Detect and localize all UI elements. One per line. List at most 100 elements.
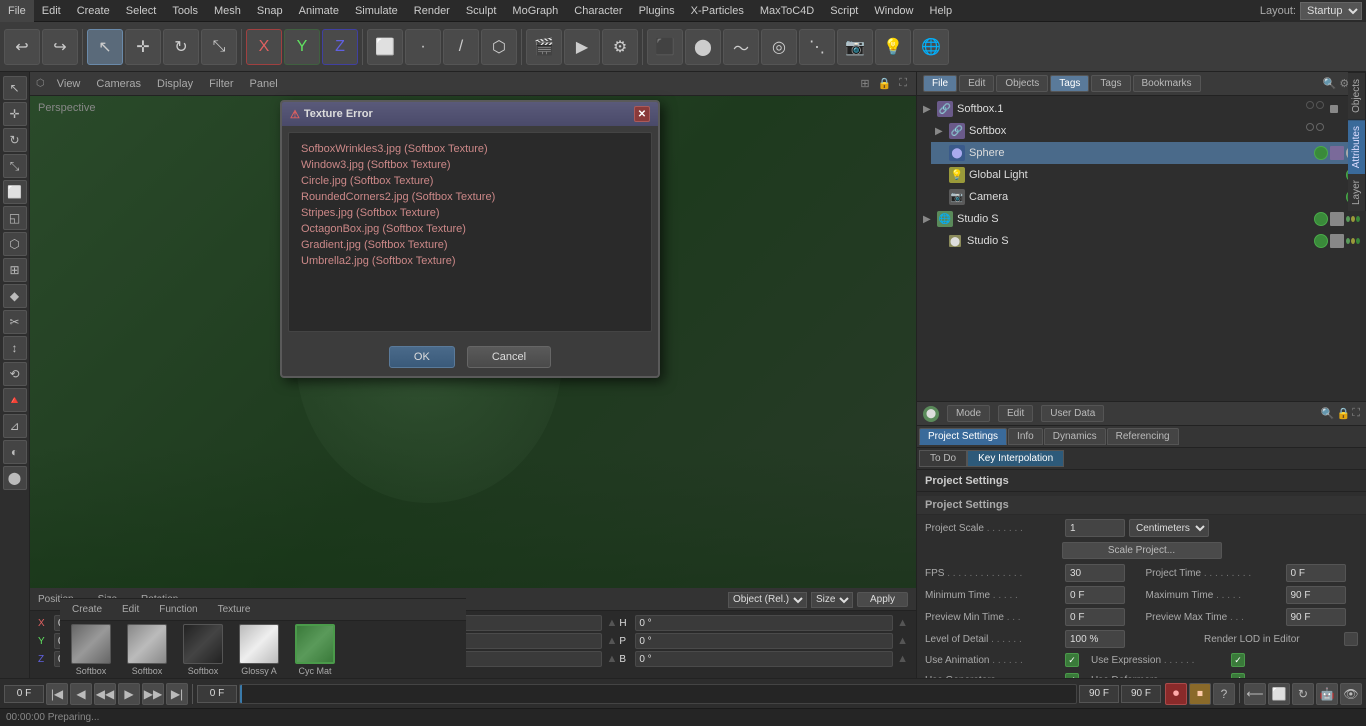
camera-btn2[interactable]: 📷 (837, 29, 873, 65)
left-select-btn[interactable]: ↖ (3, 76, 27, 100)
sphere-green-dot[interactable] (1314, 146, 1328, 160)
layout-select[interactable]: Startup (1300, 2, 1362, 20)
left-rotate-btn[interactable]: ↻ (3, 128, 27, 152)
material-item-0[interactable]: Softbox (66, 624, 116, 676)
tl-next-frame[interactable]: ▶▶ (142, 683, 164, 705)
left-tool11[interactable]: ◐ (3, 440, 27, 464)
max-time-input[interactable] (1286, 586, 1346, 604)
rot-h-spinup[interactable]: ▲ (897, 617, 908, 629)
scale-tool-btn[interactable]: ⤡ (201, 29, 237, 65)
preview-min-input[interactable] (1065, 608, 1125, 626)
error-item-0[interactable]: SofboxWrinkles3.jpg (Softbox Texture) (297, 141, 643, 157)
mat-function-btn[interactable]: Function (153, 604, 203, 615)
tl-prev-frame[interactable]: ◀ (70, 683, 92, 705)
objects-tab[interactable]: File (923, 75, 957, 92)
studio-dot[interactable] (1314, 212, 1328, 226)
dialog-close-btn[interactable]: ✕ (634, 106, 650, 122)
obj-camera[interactable]: 📷 Camera (931, 186, 1364, 208)
menu-help[interactable]: Help (922, 0, 961, 22)
tl-play-fwd[interactable]: ▶ (118, 683, 140, 705)
light-btn2[interactable]: 💡 (875, 29, 911, 65)
size-p-spinup[interactable]: ▲ (606, 635, 617, 647)
studio-sub-dot[interactable] (1314, 234, 1328, 248)
attr-tab-dynamics[interactable]: Dynamics (1044, 428, 1106, 445)
attr-tab-project-settings[interactable]: Project Settings (919, 428, 1007, 445)
left-tool8[interactable]: ⟲ (3, 362, 27, 386)
timeline-current-input[interactable] (197, 685, 237, 703)
obj-search-icon[interactable]: 🔍 (1323, 77, 1337, 90)
tags-tab2[interactable]: Tags (1091, 75, 1130, 92)
menu-script[interactable]: Script (822, 0, 866, 22)
tl-help-btn[interactable]: ? (1213, 683, 1235, 705)
menu-plugins[interactable]: Plugins (631, 0, 683, 22)
render-settings-btn[interactable]: ⚙ (602, 29, 638, 65)
size-h-spinup[interactable]: ▲ (606, 617, 617, 629)
sphere-btn2[interactable]: ⬤ (685, 29, 721, 65)
menu-render[interactable]: Render (406, 0, 458, 22)
project-time-input[interactable] (1286, 564, 1346, 582)
render-view-btn[interactable]: ▶ (564, 29, 600, 65)
attr-search-icon[interactable]: 🔍 (1321, 407, 1335, 420)
menu-window[interactable]: Window (866, 0, 921, 22)
left-tool9[interactable]: 🔺 (3, 388, 27, 412)
fps-input[interactable] (1065, 564, 1125, 582)
z-axis-btn[interactable]: Z (322, 29, 358, 65)
studio-tag[interactable] (1330, 212, 1344, 226)
attr-tab-referencing[interactable]: Referencing (1107, 428, 1179, 445)
mat-edit-btn[interactable]: Edit (116, 604, 145, 615)
viewport-fullscreen-btn[interactable]: ⛶ (896, 77, 910, 90)
tl-auto-btn[interactable]: 🤖 (1316, 683, 1338, 705)
left-tool2[interactable]: ◱ (3, 206, 27, 230)
bookmarks-tab[interactable]: Bookmarks (1133, 75, 1201, 92)
size-mode-select[interactable]: Size (811, 592, 853, 608)
tl-goto-end[interactable]: ▶| (166, 683, 188, 705)
material-item-3[interactable]: Glossy A (234, 624, 284, 676)
left-move-btn[interactable]: ✛ (3, 102, 27, 126)
right-label-layer[interactable]: Layer (1348, 174, 1366, 211)
attr-expand-icon[interactable]: ⛶ (1352, 407, 1360, 420)
object-mode-btn[interactable]: ⬜ (367, 29, 403, 65)
viewport-lock-btn[interactable]: 🔒 (875, 77, 895, 90)
attr-edit-btn[interactable]: Edit (998, 405, 1033, 422)
obj-softbox-dot[interactable] (1326, 123, 1342, 139)
menu-snap[interactable]: Snap (249, 0, 291, 22)
error-item-5[interactable]: OctagonBox.jpg (Softbox Texture) (297, 221, 643, 237)
tl-goto-start[interactable]: |◀ (46, 683, 68, 705)
lod-input[interactable] (1065, 630, 1125, 648)
studio-sub-tag[interactable] (1330, 234, 1344, 248)
obj-studio-s-sub[interactable]: ⬤ Studio S (931, 230, 1364, 252)
left-tool6[interactable]: ✂ (3, 310, 27, 334)
timeline-end-input[interactable] (1079, 685, 1119, 703)
cube-btn[interactable]: ⬛ (647, 29, 683, 65)
material-item-1[interactable]: Softbox (122, 624, 172, 676)
dialog-cancel-btn[interactable]: Cancel (467, 346, 551, 368)
panel-tab[interactable]: Panel (246, 78, 282, 90)
tags-tab[interactable]: Tags (1050, 75, 1089, 92)
transform-mode-select[interactable]: Object (Rel.) (728, 592, 807, 608)
size-b-spinup[interactable]: ▲ (606, 653, 617, 665)
left-tool1[interactable]: ⬜ (3, 180, 27, 204)
menu-edit[interactable]: Edit (34, 0, 69, 22)
view-tab[interactable]: View (53, 78, 85, 90)
obj-softbox1-dot-btn[interactable] (1326, 101, 1342, 117)
tl-stop-btn[interactable]: ⏹ (1189, 683, 1211, 705)
attr-tab-info[interactable]: Info (1008, 428, 1043, 445)
rot-h-input[interactable] (635, 615, 893, 631)
render-lod-checkbox[interactable] (1344, 632, 1358, 646)
attr-subtab-key-interp[interactable]: Key Interpolation (967, 450, 1064, 467)
menu-create[interactable]: Create (69, 0, 118, 22)
rot-p-input[interactable] (635, 633, 893, 649)
left-tool10[interactable]: ⊿ (3, 414, 27, 438)
tl-view-btn[interactable]: 👁 (1340, 683, 1362, 705)
error-item-4[interactable]: Stripes.jpg (Softbox Texture) (297, 205, 643, 221)
poly-mode-btn[interactable]: ⬡ (481, 29, 517, 65)
menu-simulate[interactable]: Simulate (347, 0, 406, 22)
menu-select[interactable]: Select (118, 0, 165, 22)
error-item-3[interactable]: RoundedCorners2.jpg (Softbox Texture) (297, 189, 643, 205)
error-item-7[interactable]: Umbrella2.jpg (Softbox Texture) (297, 253, 643, 269)
preview-max-input[interactable] (1286, 608, 1346, 626)
sphere-tag[interactable] (1330, 146, 1344, 160)
rotate-tool-btn[interactable]: ↻ (163, 29, 199, 65)
error-item-1[interactable]: Window3.jpg (Softbox Texture) (297, 157, 643, 173)
menu-tools[interactable]: Tools (164, 0, 206, 22)
